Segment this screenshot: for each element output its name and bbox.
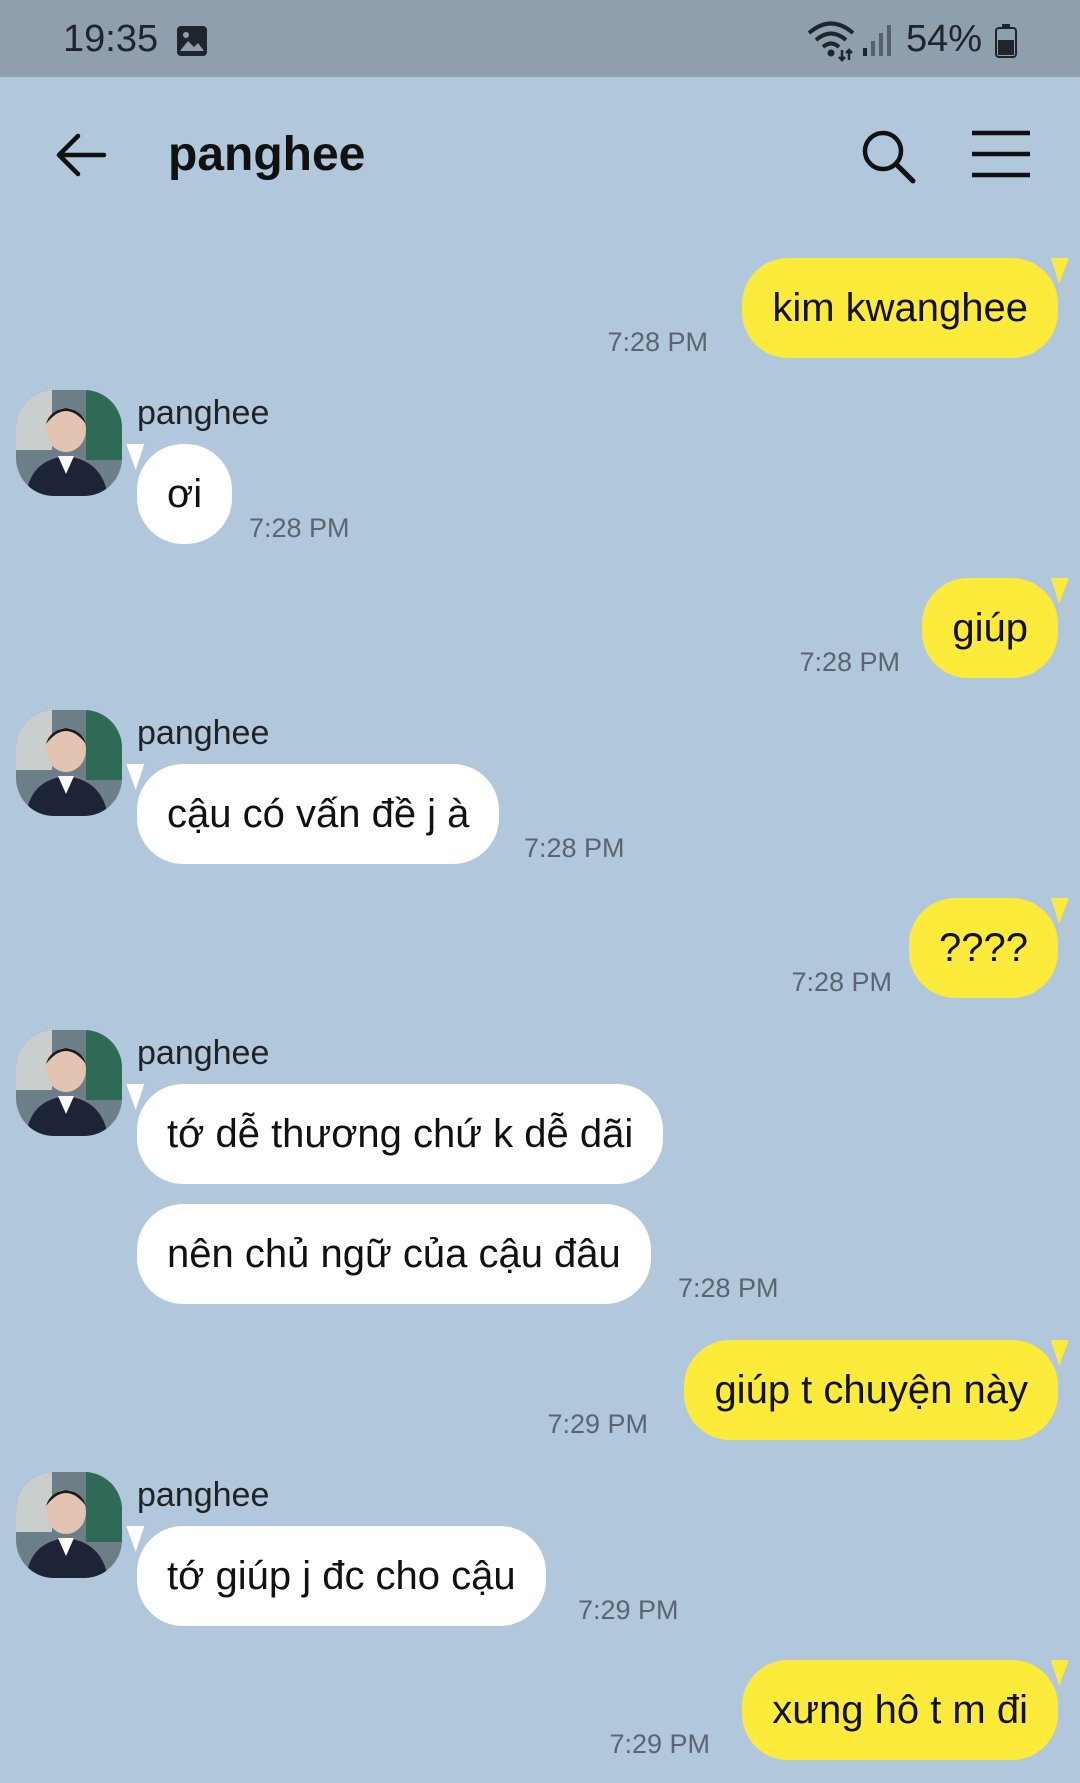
received-message-bubble[interactable]: cậu có vấn đề j à [137,764,500,864]
sender-name: panghee [137,714,270,752]
status-bar: 19:35 54% [0,0,1080,77]
chat-header: panghee [0,77,1080,237]
message-text: ơi [167,472,203,516]
back-arrow-icon[interactable] [50,124,112,186]
message-time: 7:28 PM [607,327,708,357]
received-message-bubble[interactable]: tớ giúp j đc cho cậu [137,1526,546,1626]
menu-icon[interactable] [970,129,1032,179]
profile-photo [16,710,122,816]
battery-percent: 54% [906,18,983,60]
sender-name: panghee [137,394,270,432]
message-time: 7:29 PM [578,1595,679,1625]
message-text: kim kwanghee [772,286,1028,330]
message-text: cậu có vấn đề j à [167,792,470,836]
profile-photo [16,1030,122,1136]
message-time: 7:28 PM [249,513,350,543]
avatar[interactable] [16,390,122,496]
avatar[interactable] [16,1472,122,1578]
profile-photo [16,390,122,496]
sent-message-bubble[interactable]: giúp [922,578,1058,678]
profile-photo [16,1472,122,1578]
status-time: 19:35 [63,18,159,60]
message-time: 7:28 PM [791,967,892,997]
message-text: giúp [952,606,1028,650]
wifi-icon [807,21,855,62]
message-text: nên chủ ngữ của cậu đâu [167,1232,621,1276]
message-text: giúp t chuyện này [714,1368,1028,1412]
avatar[interactable] [16,710,122,816]
sent-message-bubble[interactable]: xưng hô t m đi [742,1660,1058,1760]
sent-message-bubble[interactable]: ???? [909,898,1058,998]
message-time: 7:28 PM [799,647,900,677]
message-text: tớ giúp j đc cho cậu [167,1554,516,1598]
message-time: 7:29 PM [547,1409,648,1439]
photo-icon [177,26,207,56]
signal-icon [863,25,891,56]
search-icon[interactable] [858,126,918,186]
sender-name: panghee [137,1034,270,1072]
message-time: 7:29 PM [609,1729,710,1759]
avatar[interactable] [16,1030,122,1136]
sent-message-bubble[interactable]: kim kwanghee [742,258,1058,358]
received-message-bubble[interactable]: ơi [137,444,233,544]
message-text: xưng hô t m đi [772,1688,1028,1732]
message-time: 7:28 PM [678,1273,779,1303]
received-message-bubble[interactable]: nên chủ ngữ của cậu đâu [137,1204,651,1304]
received-message-bubble[interactable]: tớ dễ thương chứ k dễ dãi [137,1084,664,1184]
message-text: tớ dễ thương chứ k dễ dãi [167,1112,634,1156]
message-time: 7:28 PM [524,833,625,863]
sent-message-bubble[interactable]: giúp t chuyện này [684,1340,1058,1440]
message-text: ???? [939,926,1028,970]
chat-title: panghee [168,128,366,181]
sender-name: panghee [137,1476,270,1514]
battery-icon [995,24,1017,58]
